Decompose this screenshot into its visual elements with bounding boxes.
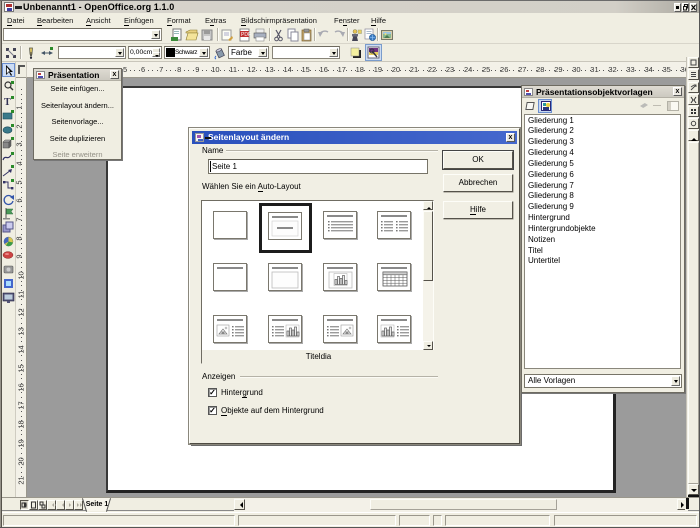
svg-text:T: T xyxy=(4,97,11,108)
svg-text:PDF: PDF xyxy=(241,32,251,38)
